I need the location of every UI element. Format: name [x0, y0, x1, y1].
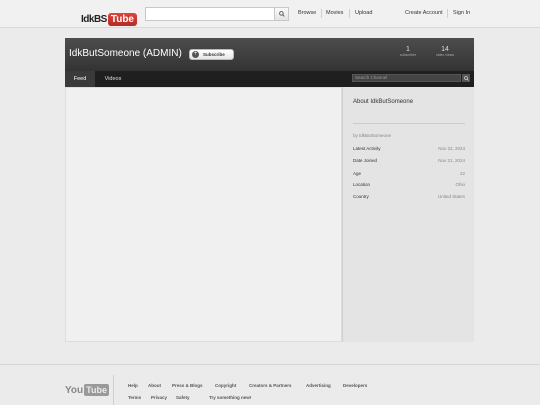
- about-row-age: Age 22: [353, 171, 465, 176]
- plus-icon: +: [192, 51, 199, 58]
- divider: [353, 123, 465, 124]
- footer-link-about[interactable]: About: [148, 383, 161, 388]
- footer-link-privacy[interactable]: Privacy: [151, 395, 167, 400]
- footer-logo-text-left: You: [65, 384, 84, 396]
- logo-text-left: IdkBS: [81, 13, 107, 25]
- channel-header: IdkButSomeone (ADMIN) + Subscribe 1 subs…: [65, 38, 474, 87]
- footer-separator: [113, 375, 114, 405]
- nav-movies[interactable]: Movies: [326, 10, 343, 16]
- subscriber-label: subscriber: [399, 53, 417, 57]
- about-value: Ohio: [455, 182, 465, 187]
- footer-link-terms[interactable]: Terms: [128, 395, 141, 400]
- nav-divider: [349, 9, 350, 18]
- about-row-location: Location Ohio: [353, 182, 465, 187]
- about-value: Nov 21, 2024: [438, 158, 465, 163]
- about-panel: About IdkButSomeone by IdkButSomeone Lat…: [342, 87, 474, 342]
- nav-browse[interactable]: Browse: [298, 10, 316, 16]
- search-icon: [463, 75, 469, 81]
- about-title: About IdkButSomeone: [353, 99, 414, 105]
- about-label: Latest Activity: [353, 146, 381, 151]
- create-account-link[interactable]: Create Account: [405, 10, 443, 16]
- about-author-link[interactable]: by IdkButSomeone: [353, 133, 391, 138]
- nav-divider: [447, 9, 448, 18]
- tab-videos[interactable]: Videos: [99, 71, 127, 87]
- views-stat: 14 video views: [431, 46, 459, 57]
- about-row-country: Country United States: [353, 194, 465, 199]
- footer-link-help[interactable]: Help: [128, 383, 138, 388]
- footer-link-press[interactable]: Press & Blogs: [172, 383, 203, 388]
- about-label: Location: [353, 182, 371, 187]
- channel-nav-bar: Feed Videos Search Channel: [65, 71, 474, 87]
- channel-search-input[interactable]: Search Channel: [352, 74, 461, 82]
- search-icon: [278, 11, 285, 17]
- subscribe-label: Subscribe: [203, 52, 225, 57]
- about-value: 22: [459, 171, 465, 176]
- sign-in-link[interactable]: Sign In: [453, 10, 470, 16]
- channel-banner: IdkButSomeone (ADMIN) + Subscribe 1 subs…: [65, 38, 474, 71]
- about-label: Country: [353, 194, 369, 199]
- nav-upload[interactable]: Upload: [355, 10, 372, 16]
- subscriber-stat: 1 subscriber: [395, 46, 421, 57]
- footer-link-creators[interactable]: Creators & Partners: [249, 383, 292, 388]
- subscribe-button[interactable]: + Subscribe: [189, 49, 234, 60]
- footer-divider: [0, 364, 540, 365]
- subscriber-count: 1: [406, 46, 410, 53]
- about-value: United States: [437, 194, 465, 199]
- views-count: 14: [441, 46, 449, 53]
- site-logo[interactable]: IdkBS Tube: [81, 11, 137, 27]
- masthead: IdkBS Tube Browse Movies Upload Create A…: [0, 0, 540, 28]
- footer-link-safety[interactable]: Safety: [176, 395, 190, 400]
- footer-link-try-new[interactable]: Try something new!: [209, 395, 251, 400]
- about-value: Nov 22, 2024: [438, 146, 465, 151]
- search-input[interactable]: [145, 7, 275, 21]
- channel-title: IdkButSomeone (ADMIN): [69, 48, 182, 59]
- tab-feed[interactable]: Feed: [65, 71, 95, 87]
- footer-link-developers[interactable]: Developers: [343, 383, 367, 388]
- about-label: Age: [353, 171, 362, 176]
- about-label: Date Joined: [353, 158, 378, 163]
- footer-logo[interactable]: You Tube: [65, 384, 109, 396]
- channel-search-button[interactable]: [462, 74, 470, 82]
- nav-divider: [321, 9, 322, 18]
- feed-panel: [65, 87, 342, 342]
- footer-link-advertising[interactable]: Advertising: [306, 383, 331, 388]
- footer-link-copyright[interactable]: Copyright: [215, 383, 236, 388]
- about-row-latest-activity: Latest Activity Nov 22, 2024: [353, 146, 465, 151]
- logo-text-right: Tube: [107, 12, 137, 26]
- search-button[interactable]: [274, 7, 289, 21]
- about-row-date-joined: Date Joined Nov 21, 2024: [353, 158, 465, 163]
- footer-logo-text-right: Tube: [84, 384, 109, 396]
- views-label: video views: [435, 53, 455, 57]
